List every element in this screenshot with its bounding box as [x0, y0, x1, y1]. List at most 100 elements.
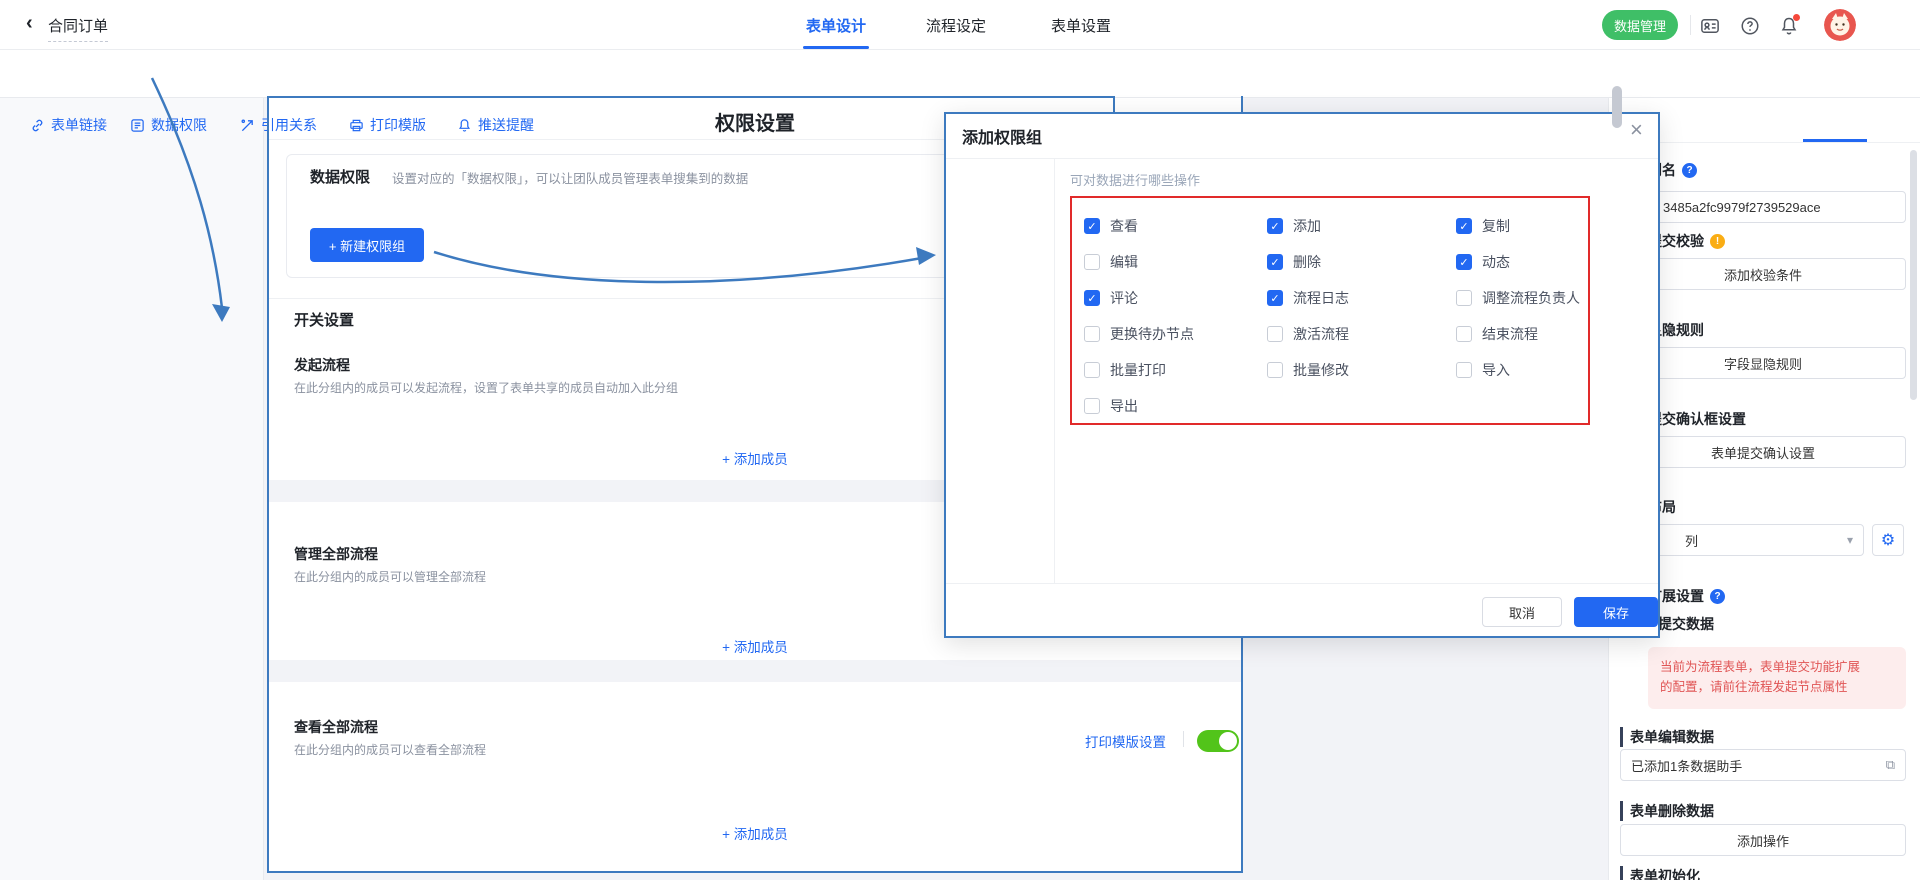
flow-form-warning: 当前为流程表单，表单提交功能扩展 的配置，请前往流程发起节点属性	[1648, 647, 1906, 709]
op-batch-print[interactable]: 批量打印	[1084, 360, 1166, 380]
section-title-manage-all: 管理全部流程	[294, 544, 378, 564]
checkbox-icon[interactable]	[1456, 326, 1472, 342]
op-end-flow[interactable]: 结束流程	[1456, 324, 1538, 344]
checkbox-icon[interactable]	[1456, 290, 1472, 306]
print-template-button[interactable]: 打印模版	[349, 115, 426, 135]
op-adjust-owner[interactable]: 调整流程负责人	[1456, 288, 1580, 308]
op-flow-log[interactable]: 流程日志	[1267, 288, 1349, 308]
header-divider	[1690, 15, 1691, 35]
new-permission-group-button[interactable]: + 新建权限组	[310, 228, 424, 262]
op-edit[interactable]: 编辑	[1084, 252, 1138, 272]
section-title-view-all: 查看全部流程	[294, 717, 378, 737]
op-view[interactable]: 查看	[1084, 216, 1138, 236]
op-comment[interactable]: 评论	[1084, 288, 1138, 308]
app-window: ‹ 合同订单 表单设计 流程设定 表单设置 数据管理 表单链接 数据权限	[0, 0, 1920, 880]
back-chevron-icon[interactable]: ‹	[26, 12, 33, 35]
checkbox-icon[interactable]	[1267, 254, 1283, 270]
add-validation-button[interactable]: 添加校验条件	[1620, 258, 1906, 290]
section-title-start-flow: 发起流程	[294, 355, 350, 375]
tab-form-design[interactable]: 表单设计	[806, 15, 866, 36]
checkbox-icon[interactable]	[1084, 254, 1100, 270]
delete-data-header: 表单删除数据	[1620, 801, 1714, 821]
section-desc: 在此分组内的成员可以查看全部流程	[294, 741, 486, 758]
modal-title: 添加权限组	[962, 124, 1042, 148]
active-tab-underline	[803, 46, 869, 49]
visibility-rule-button[interactable]: 字段显隐规则	[1620, 347, 1906, 379]
op-activity[interactable]: 动态	[1456, 252, 1510, 272]
op-delete[interactable]: 删除	[1267, 252, 1321, 272]
add-member-link[interactable]: + 添加成员	[267, 636, 1243, 656]
question-circle-icon[interactable]	[1710, 589, 1725, 604]
canvas-scrollbar[interactable]	[1612, 86, 1622, 128]
checkbox-icon[interactable]	[1267, 326, 1283, 342]
add-member-link[interactable]: + 添加成员	[267, 823, 1243, 843]
annotation-rect-top	[267, 96, 1115, 98]
push-icon	[457, 118, 472, 133]
checkbox-icon[interactable]	[1084, 290, 1100, 306]
push-reminder-button[interactable]: 推送提醒	[457, 115, 534, 135]
submit-confirm-button[interactable]: 表单提交确认设置	[1620, 436, 1906, 468]
section-desc: 在此分组内的成员可以管理全部流程	[294, 568, 486, 585]
layout-gear-button[interactable]: ⚙	[1872, 524, 1904, 556]
print-template-setting-link[interactable]: 打印模版设置	[1085, 731, 1166, 751]
op-copy[interactable]: 复制	[1456, 216, 1510, 236]
warning-line: 当前为流程表单，表单提交功能扩展	[1660, 657, 1894, 677]
reference-icon	[240, 118, 255, 133]
data-permission-button[interactable]: 数据权限	[130, 115, 207, 135]
tab-form-setting[interactable]: 表单设置	[1051, 15, 1111, 36]
warning-circle-icon[interactable]	[1710, 234, 1725, 249]
switch-settings-title: 开关设置	[294, 309, 354, 330]
modal-tab-column-divider	[1054, 159, 1055, 583]
data-manage-button[interactable]: 数据管理	[1602, 10, 1678, 40]
form-link-button[interactable]: 表单链接	[30, 115, 107, 135]
form-title[interactable]: 合同订单	[48, 15, 108, 42]
question-circle-icon[interactable]	[1682, 163, 1697, 178]
op-import[interactable]: 导入	[1456, 360, 1510, 380]
modal-footer-divider	[946, 583, 1658, 584]
toolbar-link-label: 推送提醒	[478, 115, 534, 135]
avatar[interactable]	[1824, 9, 1856, 41]
checkbox-icon[interactable]	[1267, 218, 1283, 234]
help-icon[interactable]	[1740, 16, 1760, 36]
toggle-knob	[1219, 732, 1237, 750]
print-toggle-divider	[1183, 731, 1184, 747]
add-operation-button[interactable]: 添加操作	[1620, 824, 1906, 856]
op-activate-flow[interactable]: 激活流程	[1267, 324, 1349, 344]
modal-cancel-button[interactable]: 取消	[1482, 597, 1562, 627]
annotation-rect-left	[267, 96, 269, 873]
checkbox-icon[interactable]	[1084, 326, 1100, 342]
top-header: ‹ 合同订单 表单设计 流程设定 表单设置 数据管理	[0, 0, 1920, 50]
edit-data-value: 已添加1条数据助手	[1631, 756, 1886, 775]
annotation-rect-bottom	[267, 871, 1243, 873]
checkbox-icon[interactable]	[1084, 398, 1100, 414]
close-icon[interactable]: ×	[1630, 119, 1643, 141]
checkbox-icon[interactable]	[1456, 218, 1472, 234]
id-card-icon[interactable]	[1700, 16, 1720, 36]
section-gap	[269, 660, 1241, 682]
operations-hint: 可对数据进行哪些操作	[1070, 170, 1200, 189]
checkbox-icon[interactable]	[1267, 290, 1283, 306]
chevron-down-icon: ▾	[1847, 533, 1853, 547]
modal-save-button[interactable]: 保存	[1574, 597, 1658, 627]
checkbox-icon[interactable]	[1267, 362, 1283, 378]
inspector-scrollbar[interactable]	[1910, 150, 1917, 400]
op-change-node[interactable]: 更换待办节点	[1084, 324, 1194, 344]
print-template-toggle[interactable]	[1197, 730, 1239, 752]
op-export[interactable]: 导出	[1084, 396, 1138, 416]
op-batch-edit[interactable]: 批量修改	[1267, 360, 1349, 380]
checkbox-icon[interactable]	[1084, 362, 1100, 378]
tab-flow-setting[interactable]: 流程设定	[926, 15, 986, 36]
op-add[interactable]: 添加	[1267, 216, 1321, 236]
checkbox-icon[interactable]	[1456, 362, 1472, 378]
checkbox-icon[interactable]	[1084, 218, 1100, 234]
checkbox-icon[interactable]	[1456, 254, 1472, 270]
notification-bell-icon[interactable]	[1779, 16, 1799, 36]
reference-relation-button[interactable]: 引用关系	[240, 115, 317, 135]
warning-line: 的配置，请前往流程发起节点属性	[1660, 677, 1894, 697]
gear-icon: ⚙	[1881, 530, 1895, 550]
modal-header-divider	[946, 158, 1658, 159]
edit-icon[interactable]: ⧉	[1886, 757, 1895, 773]
alias-input[interactable]	[1620, 191, 1906, 223]
section-desc: 在此分组内的成员可以发起流程，设置了表单共享的成员自动加入此分组	[294, 379, 678, 396]
edit-data-box[interactable]: 已添加1条数据助手 ⧉	[1620, 749, 1906, 781]
